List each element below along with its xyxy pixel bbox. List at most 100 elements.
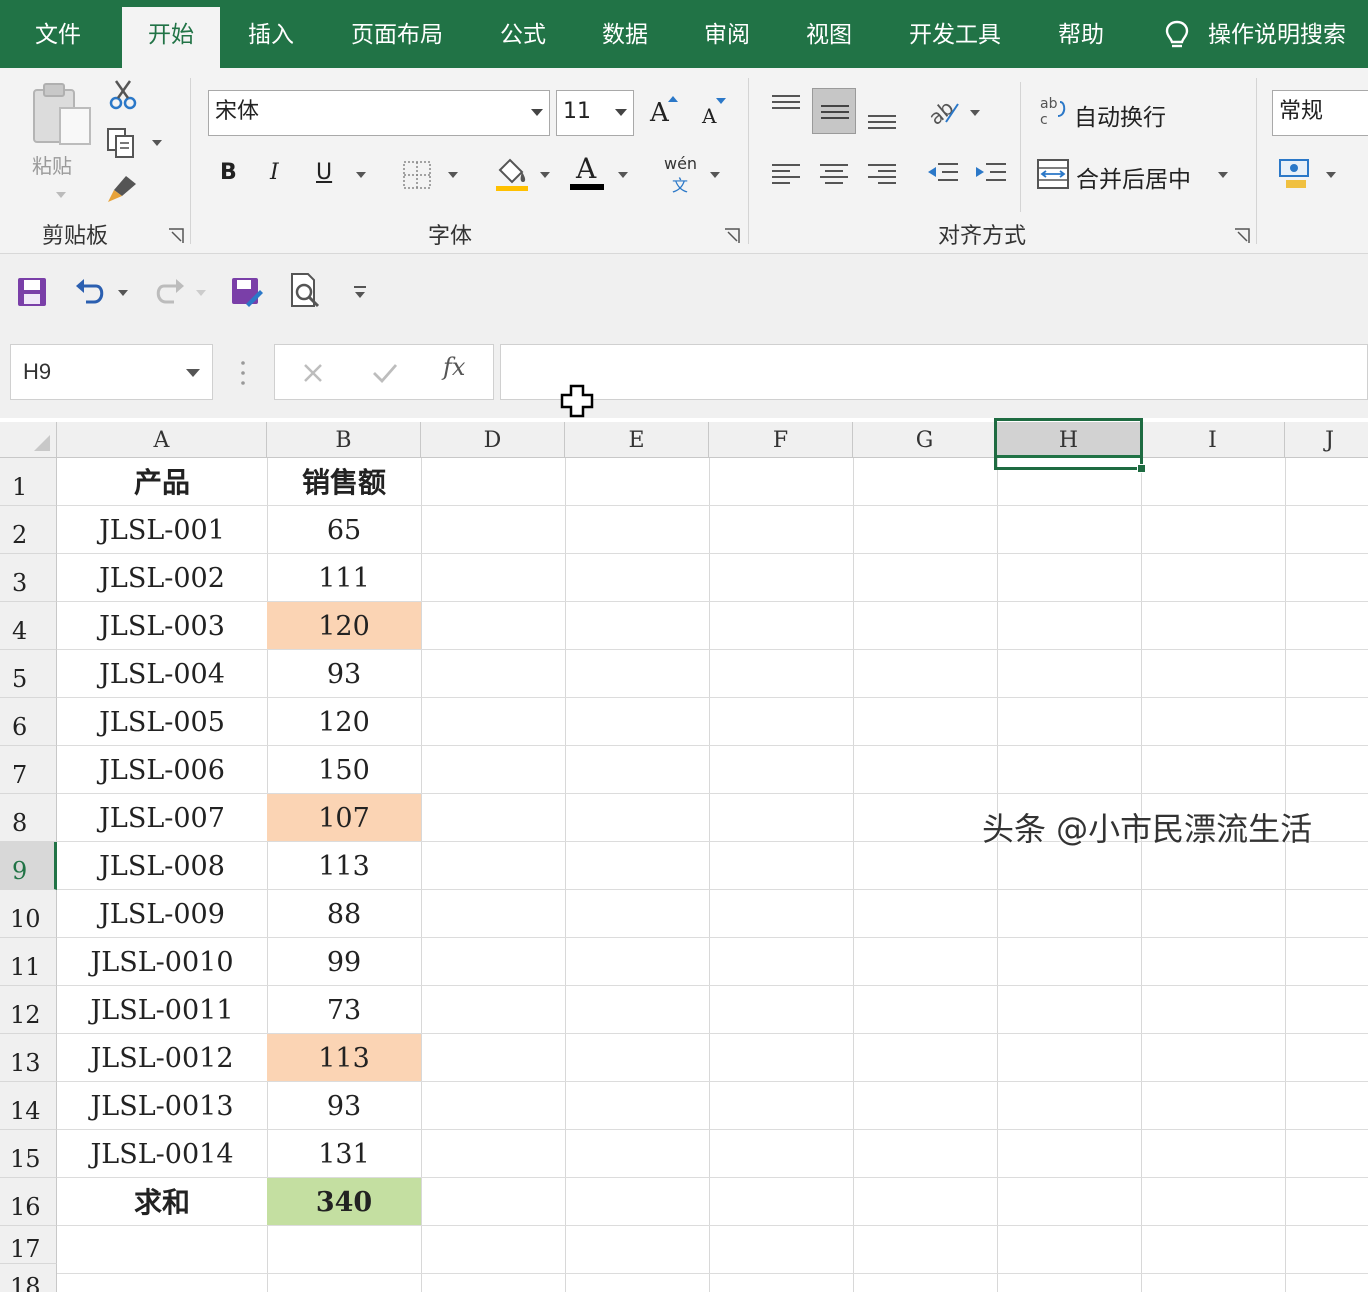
borders-icon[interactable]	[402, 160, 432, 190]
tell-me-search[interactable]: 操作说明搜索	[1208, 0, 1368, 68]
tab-file[interactable]: 文件	[14, 0, 102, 68]
format-painter-icon[interactable]	[104, 172, 140, 206]
column-header-f[interactable]: F	[709, 422, 853, 458]
name-box[interactable]: H9	[10, 344, 213, 400]
column-header-j[interactable]: J	[1285, 422, 1368, 458]
row-header-8[interactable]: 8	[0, 794, 57, 842]
cell-a3[interactable]: JLSL-002	[57, 554, 267, 601]
cell-b9[interactable]: 113	[267, 842, 421, 889]
underline-button[interactable]: U	[316, 160, 332, 185]
cell-a11[interactable]: JLSL-0010	[57, 938, 267, 985]
align-center-icon[interactable]	[818, 162, 850, 186]
undo-dropdown-arrow[interactable]	[118, 290, 128, 296]
row-header-10[interactable]: 10	[0, 890, 57, 938]
fill-color-icon[interactable]	[494, 154, 530, 192]
orientation-dropdown-arrow[interactable]	[970, 110, 980, 116]
tab-insert[interactable]: 插入	[230, 0, 312, 68]
increase-indent-icon[interactable]	[974, 160, 1008, 188]
wrap-text-icon[interactable]: abc	[1038, 94, 1068, 128]
cell-a1[interactable]: 产品	[57, 458, 267, 505]
number-format-combo[interactable]: 常规	[1272, 90, 1368, 136]
customize-toolbar-icon[interactable]	[352, 284, 368, 300]
bottom-align-icon[interactable]	[866, 104, 898, 132]
accounting-dropdown-arrow[interactable]	[1326, 172, 1336, 178]
align-right-icon[interactable]	[866, 162, 898, 186]
tab-page-layout[interactable]: 页面布局	[334, 0, 460, 68]
lightbulb-icon[interactable]	[1160, 18, 1194, 52]
decrease-font-size-button[interactable]: A	[702, 104, 716, 128]
cell-a6[interactable]: JLSL-005	[57, 698, 267, 745]
column-header-b[interactable]: B	[267, 422, 421, 458]
enter-check-icon[interactable]	[371, 361, 399, 385]
align-left-icon[interactable]	[770, 162, 802, 186]
cell-b13[interactable]: 113	[267, 1034, 421, 1081]
row-header-18[interactable]: 18	[0, 1264, 57, 1292]
paste-icon[interactable]	[26, 80, 96, 150]
row-header-1[interactable]: 1	[0, 458, 57, 506]
row-header-12[interactable]: 12	[0, 986, 57, 1034]
phonetic-guide-button[interactable]: wén	[664, 154, 697, 173]
cell-b6[interactable]: 120	[267, 698, 421, 745]
increase-font-size-button[interactable]: A	[650, 98, 669, 128]
row-header-7[interactable]: 7	[0, 746, 57, 794]
merge-center-icon[interactable]	[1036, 158, 1070, 190]
tab-help[interactable]: 帮助	[1040, 0, 1122, 68]
row-header-13[interactable]: 13	[0, 1034, 57, 1082]
orientation-icon[interactable]: ab	[926, 94, 962, 128]
alignment-launcher-icon[interactable]	[1234, 228, 1250, 244]
row-header-16[interactable]: 16	[0, 1178, 57, 1226]
cell-b16[interactable]: 340	[267, 1178, 421, 1225]
cell-a8[interactable]: JLSL-007	[57, 794, 267, 841]
row-header-11[interactable]: 11	[0, 938, 57, 986]
fill-color-dropdown-arrow[interactable]	[540, 172, 550, 178]
cell-b11[interactable]: 99	[267, 938, 421, 985]
row-header-14[interactable]: 14	[0, 1082, 57, 1130]
copy-dropdown-arrow[interactable]	[152, 140, 162, 146]
column-header-d[interactable]: D	[421, 422, 565, 458]
cell-a5[interactable]: JLSL-004	[57, 650, 267, 697]
cell-b1[interactable]: 销售额	[267, 458, 421, 505]
tab-review[interactable]: 审阅	[686, 0, 768, 68]
row-header-3[interactable]: 3	[0, 554, 57, 602]
font-launcher-icon[interactable]	[724, 228, 740, 244]
cell-a9[interactable]: JLSL-008	[57, 842, 267, 889]
redo-dropdown-arrow[interactable]	[196, 290, 206, 296]
tab-developer[interactable]: 开发工具	[892, 0, 1018, 68]
cell-b10[interactable]: 88	[267, 890, 421, 937]
column-header-a[interactable]: A	[57, 422, 267, 458]
cell-b5[interactable]: 93	[267, 650, 421, 697]
print-preview-icon[interactable]	[288, 272, 322, 310]
cell-b12[interactable]: 73	[267, 986, 421, 1033]
font-color-button[interactable]: A	[576, 152, 596, 185]
select-all-corner[interactable]	[0, 422, 57, 458]
row-header-5[interactable]: 5	[0, 650, 57, 698]
copy-icon[interactable]	[104, 126, 138, 160]
cell-a10[interactable]: JLSL-009	[57, 890, 267, 937]
cell-a7[interactable]: JLSL-006	[57, 746, 267, 793]
tab-data[interactable]: 数据	[584, 0, 666, 68]
merge-dropdown-arrow[interactable]	[1218, 172, 1228, 178]
font-color-dropdown-arrow[interactable]	[618, 172, 628, 178]
accounting-format-icon[interactable]	[1278, 156, 1314, 192]
font-size-combo[interactable]: 11	[556, 90, 634, 136]
font-name-combo[interactable]: 宋体	[208, 90, 550, 136]
cell-b8[interactable]: 107	[267, 794, 421, 841]
redo-icon[interactable]	[152, 276, 186, 306]
cell-a4[interactable]: JLSL-003	[57, 602, 267, 649]
row-header-4[interactable]: 4	[0, 602, 57, 650]
cell-b4[interactable]: 120	[267, 602, 421, 649]
save-icon[interactable]	[16, 276, 48, 308]
tab-view[interactable]: 视图	[788, 0, 870, 68]
column-header-g[interactable]: G	[853, 422, 997, 458]
cell-b14[interactable]: 93	[267, 1082, 421, 1129]
cut-icon[interactable]	[106, 78, 140, 112]
bold-button[interactable]: B	[220, 160, 237, 185]
cancel-icon[interactable]	[301, 361, 325, 385]
row-header-15[interactable]: 15	[0, 1130, 57, 1178]
merge-center-button[interactable]: 合并后居中	[1076, 160, 1191, 194]
row-header-17[interactable]: 17	[0, 1226, 57, 1264]
clipboard-launcher-icon[interactable]	[168, 228, 184, 244]
column-header-i[interactable]: I	[1141, 422, 1285, 458]
undo-icon[interactable]	[74, 276, 108, 306]
row-header-2[interactable]: 2	[0, 506, 57, 554]
